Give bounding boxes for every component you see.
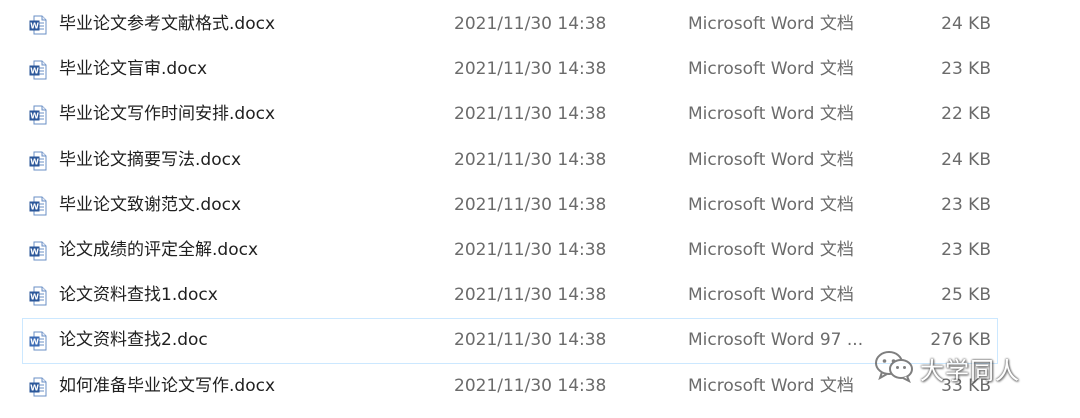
file-row[interactable]: W 毕业论文参考文献格式.docx 2021/11/30 14:38 Microso… (22, 2, 998, 47)
file-size: 23 KB (941, 239, 991, 260)
file-date-modified: 2021/11/30 14:38 (454, 330, 607, 351)
file-row[interactable]: W 毕业论文摘要写法.docx 2021/11/30 14:38 Microsoft… (22, 138, 998, 183)
svg-text:W: W (30, 112, 39, 121)
file-type: Microsoft Word 文档 (688, 239, 854, 260)
svg-text:W: W (30, 157, 39, 166)
watermark: 大学同人 (874, 348, 1020, 388)
file-type: Microsoft Word 文档 (688, 375, 854, 396)
file-row[interactable]: W 毕业论文盲审.docx 2021/11/30 14:38 Microsoft W… (22, 47, 998, 92)
file-date-modified: 2021/11/30 14:38 (454, 375, 607, 396)
file-name: 毕业论文盲审.docx (59, 59, 208, 80)
file-row[interactable]: W 毕业论文写作时间安排.docx 2021/11/30 14:38 Microso… (22, 92, 998, 137)
word-doc-icon: W (29, 15, 47, 35)
file-type: Microsoft Word 文档 (688, 194, 854, 215)
word-doc-icon: W (29, 151, 47, 171)
file-type: Microsoft Word 文档 (688, 285, 854, 306)
file-date-modified: 2021/11/30 14:38 (454, 104, 607, 125)
file-size: 24 KB (941, 14, 991, 34)
file-name: 论文资料查找2.doc (59, 330, 208, 351)
file-date-modified: 2021/11/30 14:38 (454, 194, 607, 215)
file-date-modified: 2021/11/30 14:38 (454, 285, 607, 306)
file-name: 论文资料查找1.docx (59, 285, 218, 306)
svg-text:W: W (30, 338, 39, 347)
word-doc-icon: W (29, 377, 47, 397)
word-doc-icon: W (29, 105, 47, 125)
file-row[interactable]: W 如何准备毕业论文写作.docx 2021/11/30 14:38 Microso… (22, 364, 998, 409)
word-doc-icon: W (29, 241, 47, 261)
word-doc-icon: W (29, 196, 47, 216)
file-size: 22 KB (941, 104, 991, 125)
file-size: 25 KB (941, 285, 991, 306)
file-size: 24 KB (941, 149, 991, 170)
file-row[interactable]: W 论文成绩的评定全解.docx 2021/11/30 14:38 Microsof… (22, 228, 998, 273)
file-type: Microsoft Word 文档 (688, 149, 854, 170)
file-name: 论文成绩的评定全解.docx (59, 239, 259, 260)
svg-text:W: W (30, 383, 39, 392)
file-row[interactable]: W 论文资料查找1.docx 2021/11/30 14:38 Microsoft … (22, 273, 998, 318)
svg-text:W: W (30, 202, 39, 211)
file-size: 23 KB (941, 59, 991, 80)
file-type: Microsoft Word 文档 (688, 59, 854, 80)
file-name: 毕业论文写作时间安排.docx (59, 104, 276, 125)
file-date-modified: 2021/11/30 14:38 (454, 239, 607, 260)
file-date-modified: 2021/11/30 14:38 (454, 149, 607, 170)
svg-text:W: W (30, 293, 39, 302)
word-doc-icon: W (29, 60, 47, 80)
file-name: 毕业论文摘要写法.docx (59, 149, 242, 170)
file-name: 毕业论文参考文献格式.docx (59, 14, 276, 34)
file-list: W 毕业论文参考文献格式.docx 2021/11/30 14:38 Microso… (22, 2, 998, 409)
wechat-icon (874, 349, 914, 387)
svg-text:W: W (30, 67, 39, 76)
file-row[interactable]: W 论文资料查找2.doc 2021/11/30 14:38 Microsoft W… (22, 318, 998, 364)
file-size: 23 KB (941, 194, 991, 215)
file-row[interactable]: W 毕业论文致谢范文.docx 2021/11/30 14:38 Microsoft… (22, 183, 998, 228)
svg-text:W: W (30, 22, 39, 31)
word-doc-icon: W (29, 286, 47, 306)
watermark-text: 大学同人 (920, 356, 1020, 385)
file-name: 毕业论文致谢范文.docx (59, 194, 242, 215)
file-date-modified: 2021/11/30 14:38 (454, 59, 607, 80)
file-type: Microsoft Word 文档 (688, 14, 854, 34)
file-date-modified: 2021/11/30 14:38 (454, 14, 607, 34)
svg-text:W: W (30, 248, 39, 257)
file-type: Microsoft Word 97 ... (688, 330, 864, 351)
file-name: 如何准备毕业论文写作.docx (59, 375, 276, 396)
file-type: Microsoft Word 文档 (688, 104, 854, 125)
word-97-doc-icon: W (29, 331, 47, 351)
